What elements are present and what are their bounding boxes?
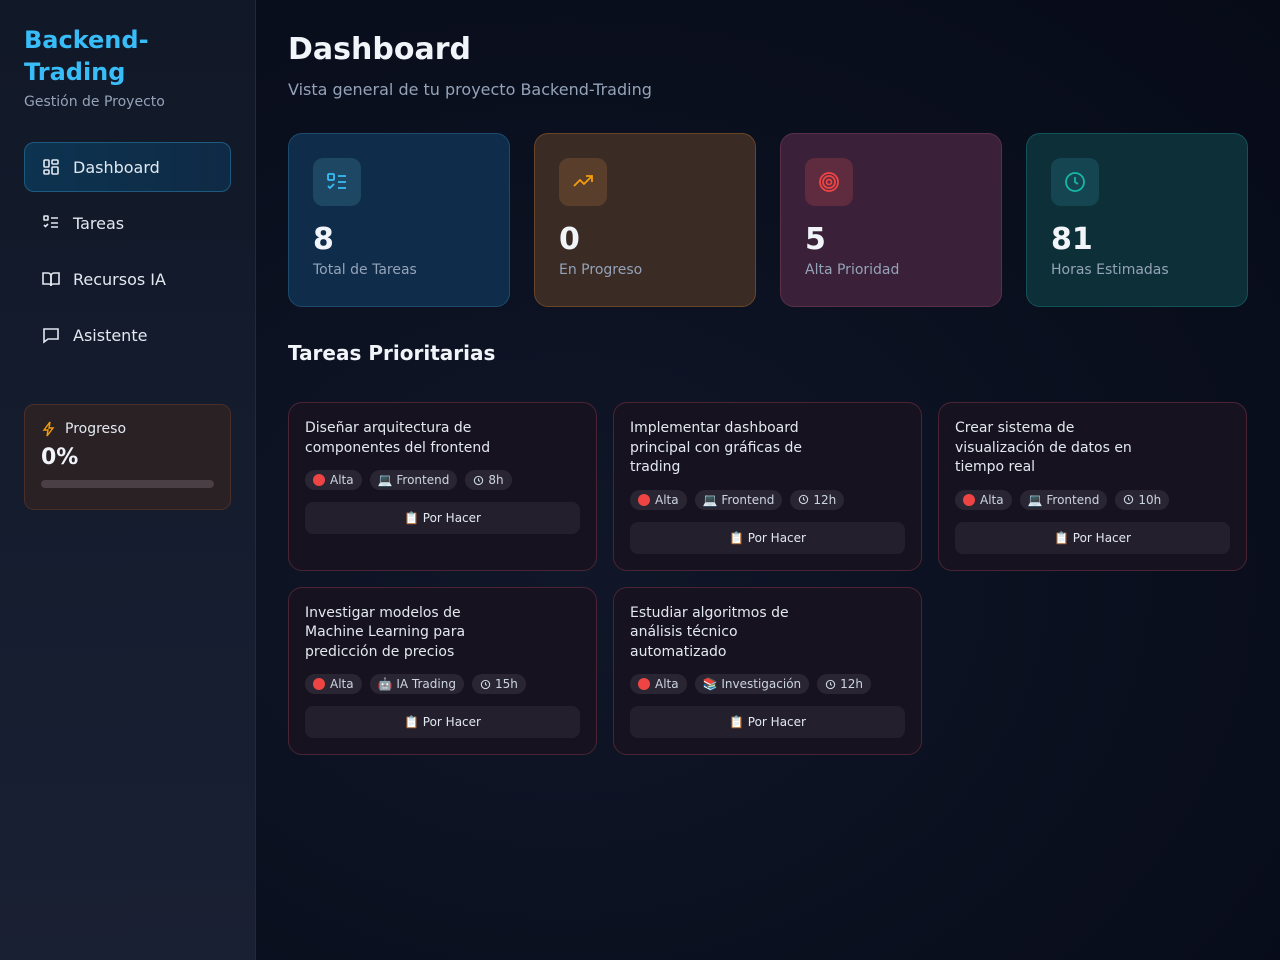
status-button[interactable]: 📋 Por Hacer: [630, 706, 905, 738]
category-badge: 💻 Frontend: [369, 470, 458, 490]
stat-value: 81: [1051, 222, 1093, 257]
book-icon: [41, 269, 61, 289]
status-button[interactable]: 📋 Por Hacer: [630, 521, 905, 554]
task-card[interactable]: Investigar modelos de Machine Learning p…: [288, 586, 597, 755]
brand-title: Backend-Trading: [24, 26, 149, 86]
stat-label: Total de Tareas: [313, 262, 417, 278]
task-title: Implementar dashboard principal con gráf…: [630, 420, 802, 475]
stat-card-hours: 81 Horas Estimadas: [1026, 133, 1248, 307]
sidebar-item-tareas[interactable]: Tareas: [24, 198, 231, 248]
bolt-icon: [42, 421, 55, 437]
task-card[interactable]: Implementar dashboard principal con gráf…: [613, 402, 922, 571]
progress-label: Progreso: [65, 421, 127, 437]
clock-icon: [474, 475, 484, 485]
sidebar-item-label: Dashboard: [73, 157, 160, 177]
sidebar-nav: Dashboard Tareas Recursos IA Asistente: [24, 142, 231, 360]
section-title: Tareas Prioritarias: [288, 341, 496, 365]
stat-label: En Progreso: [559, 262, 643, 278]
category-badge: 💻 Frontend: [1019, 489, 1108, 510]
stat-card-progress: 0 En Progreso: [534, 133, 756, 307]
clock-icon: [825, 679, 836, 689]
hours-badge: 12h: [790, 489, 845, 510]
priority-dot-icon: [638, 678, 650, 690]
clock-icon: [480, 679, 491, 689]
task-title: Estudiar algoritmos de análisis técnico …: [630, 604, 789, 660]
priority-badge: Alta: [630, 489, 687, 510]
page-subtitle: Vista general de tu proyecto Backend-Tra…: [288, 80, 652, 99]
sidebar-item-label: Asistente: [73, 325, 148, 345]
priority-dot-icon: [313, 474, 325, 486]
priority-dot-icon: [313, 678, 325, 690]
task-title: Crear sistema de visualización de datos …: [955, 420, 1132, 475]
status-button[interactable]: 📋 Por Hacer: [955, 521, 1230, 554]
stat-card-total: 8 Total de Tareas: [288, 133, 510, 307]
sidebar-item-label: Tareas: [73, 213, 125, 233]
priority-badge: Alta: [305, 470, 362, 490]
progress-bar: [41, 480, 214, 488]
trending-up-icon: [559, 158, 607, 206]
hours-badge: 8h: [465, 470, 512, 490]
task-title: Diseñar arquitectura de componentes del …: [305, 420, 491, 456]
target-icon: [805, 158, 853, 206]
hours-badge: 15h: [471, 674, 526, 694]
sidebar-item-recursos-ia[interactable]: Recursos IA: [24, 254, 231, 304]
task-card[interactable]: Crear sistema de visualización de datos …: [938, 402, 1247, 571]
priority-badge: Alta: [305, 674, 362, 694]
task-card[interactable]: Diseñar arquitectura de componentes del …: [288, 402, 597, 571]
category-badge: 🤖 IA Trading: [369, 674, 464, 694]
task-grid: Diseñar arquitectura de componentes del …: [288, 402, 1248, 755]
category-badge: 💻 Frontend: [694, 489, 783, 510]
clock-icon: [799, 494, 809, 505]
page-title: Dashboard: [288, 32, 471, 67]
brand-subtitle: Gestión de Proyecto: [24, 94, 165, 110]
stats-row: 8 Total de Tareas 0 En Progreso 5 Alta P…: [288, 133, 1248, 307]
priority-badge: Alta: [630, 674, 687, 694]
list-check-icon: [313, 158, 361, 206]
chat-icon: [41, 325, 61, 345]
main-content: Dashboard Vista general de tu proyecto B…: [256, 0, 1280, 960]
stat-label: Alta Prioridad: [805, 262, 900, 278]
task-card[interactable]: Estudiar algoritmos de análisis técnico …: [613, 586, 922, 755]
progress-value: 0%: [41, 445, 79, 470]
stat-value: 8: [313, 222, 334, 257]
category-badge: 📚 Investigación: [694, 674, 810, 694]
status-button[interactable]: 📋 Por Hacer: [305, 502, 580, 534]
stat-value: 5: [805, 222, 826, 257]
clock-icon: [1051, 158, 1099, 206]
status-button[interactable]: 📋 Por Hacer: [305, 706, 580, 738]
list-check-icon: [41, 213, 61, 233]
progress-card: Progreso 0%: [24, 404, 231, 510]
stat-label: Horas Estimadas: [1051, 262, 1169, 278]
priority-dot-icon: [638, 493, 650, 506]
sidebar-item-asistente[interactable]: Asistente: [24, 310, 231, 360]
dashboard-icon: [41, 157, 61, 177]
priority-badge: Alta: [955, 489, 1012, 510]
hours-badge: 10h: [1115, 489, 1170, 510]
stat-value: 0: [559, 222, 580, 257]
priority-dot-icon: [963, 493, 975, 506]
task-title: Investigar modelos de Machine Learning p…: [305, 604, 466, 660]
hours-badge: 12h: [817, 674, 872, 694]
sidebar-item-dashboard[interactable]: Dashboard: [24, 142, 231, 192]
stat-card-priority: 5 Alta Prioridad: [780, 133, 1002, 307]
clock-icon: [1124, 494, 1134, 505]
sidebar-item-label: Recursos IA: [73, 269, 166, 289]
sidebar: Backend-Trading Gestión de Proyecto Dash…: [0, 0, 256, 960]
